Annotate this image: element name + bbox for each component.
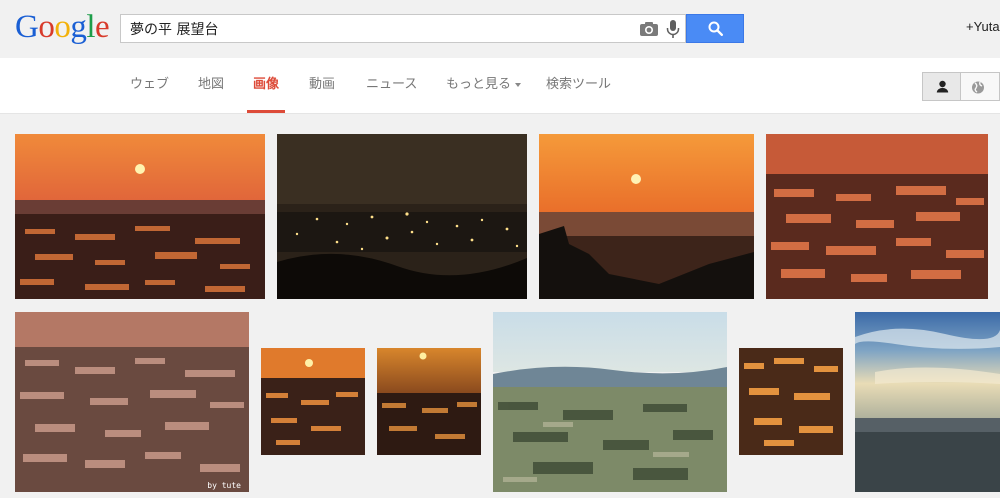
logo-letter-o1: o <box>38 9 55 45</box>
user-profile-link[interactable]: +Yuta <box>966 19 1000 34</box>
search-box <box>120 14 686 43</box>
tab-more[interactable]: もっと見る <box>446 58 522 114</box>
image-result-3[interactable] <box>539 134 754 299</box>
image-result-6[interactable] <box>261 348 365 455</box>
tab-news[interactable]: ニュース <box>366 58 417 114</box>
global-results-button[interactable] <box>961 72 1000 101</box>
personal-results-button[interactable] <box>922 72 961 101</box>
tab-more-label: もっと見る <box>446 77 512 92</box>
search-button[interactable] <box>686 14 744 43</box>
globe-icon <box>972 81 984 94</box>
tab-images[interactable]: 画像 <box>246 58 286 114</box>
image-result-7[interactable] <box>377 348 481 455</box>
image-result-8[interactable] <box>493 312 727 492</box>
logo-letter-e: e <box>95 9 110 45</box>
logo-letter-l: l <box>86 9 96 45</box>
image-results-grid: by tute <box>0 114 1000 498</box>
top-header: Google +Yuta <box>0 0 1000 58</box>
image-result-10[interactable] <box>855 312 1000 492</box>
search-icon <box>708 21 723 36</box>
camera-icon[interactable] <box>639 21 659 37</box>
google-logo[interactable]: Google <box>15 9 110 46</box>
tab-search-tools[interactable]: 検索ツール <box>546 58 611 114</box>
image-result-4[interactable] <box>766 134 988 299</box>
search-input[interactable] <box>130 19 630 39</box>
image-result-1[interactable] <box>15 134 265 299</box>
image-result-5[interactable]: by tute <box>15 312 249 492</box>
logo-letter-o2: o <box>54 9 71 45</box>
chevron-down-icon <box>515 82 522 87</box>
tab-maps[interactable]: 地図 <box>198 58 224 114</box>
image-result-9[interactable] <box>739 348 843 455</box>
tab-web[interactable]: ウェブ <box>130 58 169 114</box>
search-tabs-bar: ウェブ 地図 画像 動画 ニュース もっと見る 検索ツール <box>0 58 1000 114</box>
tab-videos[interactable]: 動画 <box>309 58 335 114</box>
photo-watermark: by tute <box>207 481 241 490</box>
logo-letter-g: G <box>15 9 39 45</box>
logo-letter-g2: g <box>70 9 87 45</box>
results-toggle-group <box>922 72 1000 101</box>
image-result-2[interactable] <box>277 134 527 299</box>
microphone-icon[interactable] <box>666 20 680 39</box>
person-icon <box>936 80 949 93</box>
